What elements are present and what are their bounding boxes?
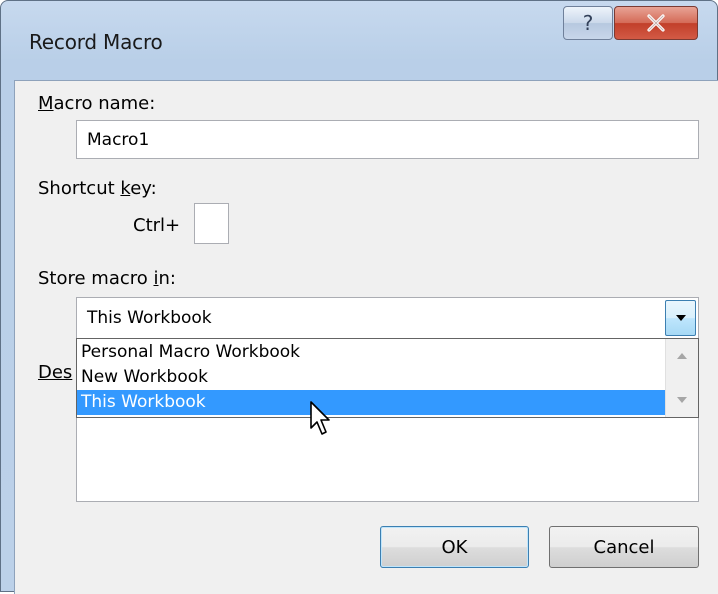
store-macro-in-select[interactable]: This Workbook — [76, 297, 699, 339]
chevron-down-icon — [675, 315, 686, 321]
record-macro-dialog: Record Macro ? Macro name: Macro1 Shortc… — [0, 0, 718, 594]
scroll-down-arrow-icon[interactable] — [676, 396, 688, 404]
option-personal-macro-workbook[interactable]: Personal Macro Workbook — [77, 340, 666, 365]
store-macro-in-label: Store macro in: — [38, 268, 176, 289]
option-this-workbook[interactable]: This Workbook — [77, 390, 666, 415]
macro-name-input[interactable]: Macro1 — [76, 120, 699, 159]
description-label: Des — [38, 362, 73, 383]
shortcut-key-input[interactable] — [194, 203, 229, 244]
close-icon — [647, 14, 665, 32]
cancel-button[interactable]: Cancel — [549, 526, 699, 568]
dropdown-scrollbar[interactable] — [665, 339, 698, 417]
selected-value: This Workbook — [87, 308, 212, 328]
scroll-up-arrow-icon[interactable] — [676, 352, 688, 360]
dropdown-button[interactable] — [665, 300, 696, 336]
shortcut-key-label: Shortcut key: — [38, 178, 157, 199]
title-bar: Record Macro ? — [1, 1, 717, 79]
store-macro-dropdown-list: Personal Macro Workbook New Workbook Thi… — [76, 338, 699, 418]
close-button[interactable] — [614, 6, 698, 40]
ctrl-label: Ctrl+ — [133, 215, 181, 236]
help-button[interactable]: ? — [563, 6, 613, 40]
ok-button[interactable]: OK — [380, 526, 529, 568]
help-icon: ? — [582, 11, 594, 35]
dialog-title: Record Macro — [29, 30, 163, 54]
option-new-workbook[interactable]: New Workbook — [77, 365, 666, 390]
mouse-pointer-icon — [310, 401, 330, 435]
macro-name-label: Macro name: — [38, 93, 156, 114]
dialog-body: Macro name: Macro1 Shortcut key: Ctrl+ S… — [14, 80, 718, 594]
